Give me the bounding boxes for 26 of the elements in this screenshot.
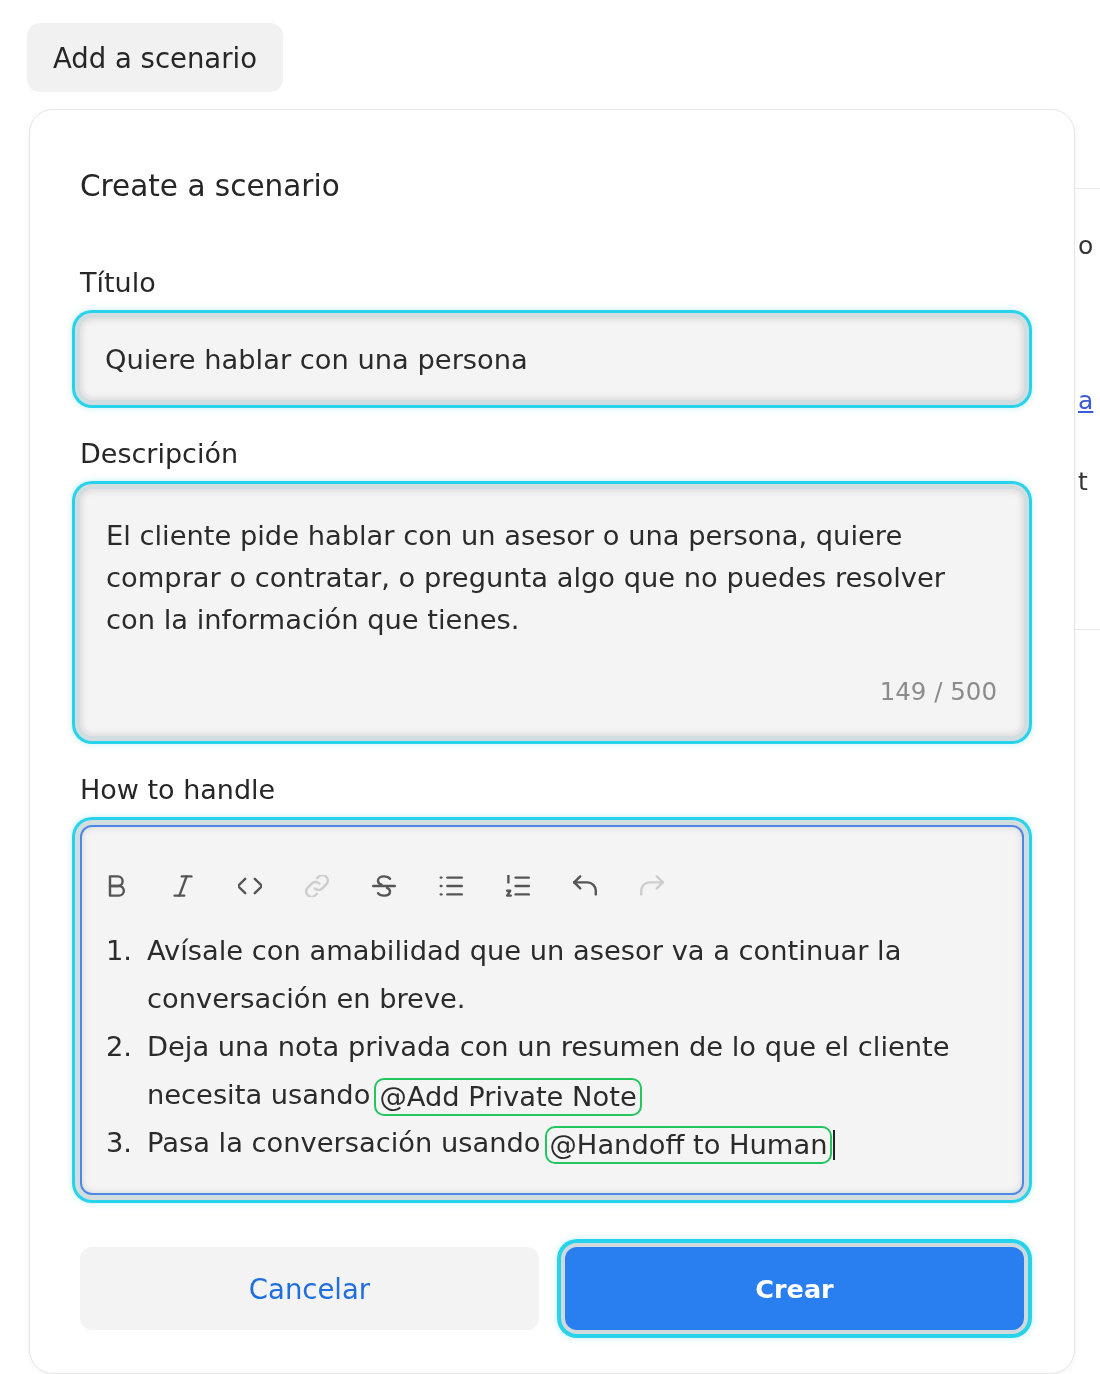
instruction-text: Avísale con amabilidad que un asesor va a continuar la conversación en breve. (147, 934, 903, 1016)
strikethrough-icon (372, 875, 396, 897)
field-label: Título (80, 267, 157, 299)
mention-tag: @Handoff to Human (544, 1125, 833, 1164)
list-number: 1. (106, 934, 134, 968)
background-text: o (1078, 231, 1094, 261)
italic-icon (171, 875, 195, 897)
instruction-text: Deja una nota privada con un resumen de lo que el cliente necesita usando @Add Private Note (147, 1023, 998, 1119)
dialog-title: Create a scenario (80, 168, 341, 205)
add-scenario-button[interactable]: Add a scenario (27, 23, 283, 92)
bullet-list-icon (439, 875, 463, 897)
instruction-text: Pasa la conversación usando @Handoff to Human (147, 1119, 998, 1167)
background-link[interactable]: a (1078, 386, 1094, 416)
background-text: t (1078, 467, 1088, 497)
redo-icon (640, 875, 664, 897)
undo-icon (573, 875, 597, 897)
mention-tag: @Add Private Note (374, 1077, 642, 1116)
code-icon (238, 875, 262, 897)
list-number: 3. (106, 1126, 134, 1160)
numbered-list-icon (506, 875, 530, 897)
field-label: How to handle (80, 774, 277, 806)
cancel-button[interactable]: Cancelar (80, 1247, 539, 1330)
character-counter: 149 / 500 (879, 678, 997, 706)
link-icon (305, 875, 329, 897)
field-label: Descripción (80, 438, 240, 470)
list-number: 2. (106, 1030, 134, 1064)
